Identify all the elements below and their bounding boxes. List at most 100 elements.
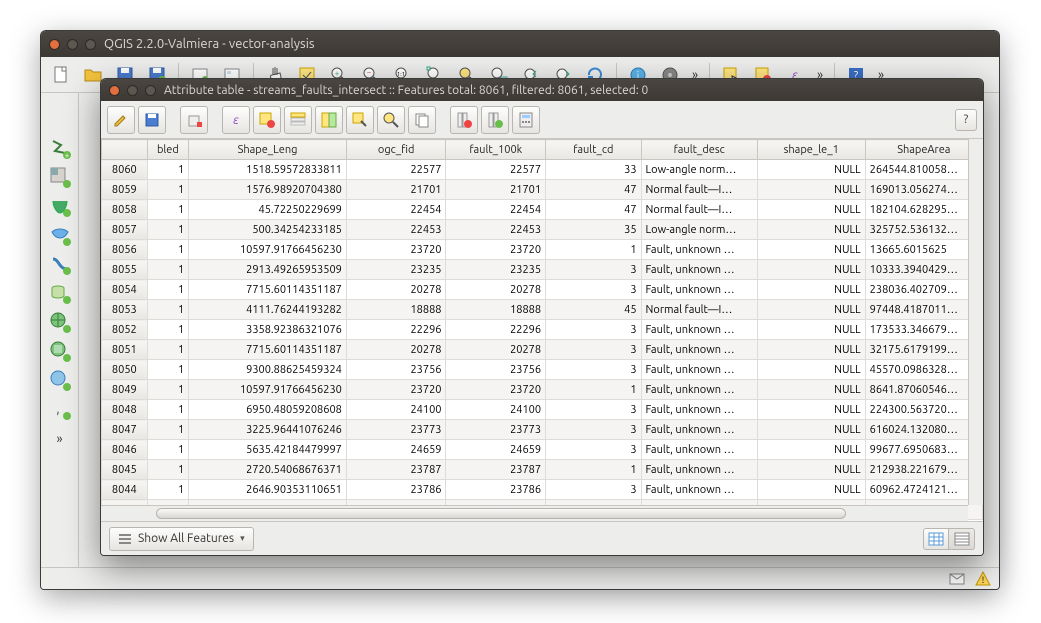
table-cell[interactable]: 8048 — [102, 400, 148, 420]
table-cell[interactable]: 24659 — [346, 440, 446, 460]
table-cell[interactable]: 1 — [546, 380, 641, 400]
table-cell[interactable]: 47 — [546, 180, 641, 200]
table-cell[interactable]: 8058 — [102, 200, 148, 220]
table-cell[interactable]: 35 — [546, 220, 641, 240]
delete-column-button[interactable] — [450, 106, 478, 134]
table-cell[interactable]: NULL — [757, 380, 865, 400]
table-cell[interactable]: 22296 — [346, 320, 446, 340]
table-cell[interactable]: 32175.6179199… — [865, 340, 982, 360]
table-cell[interactable]: 3 — [546, 420, 641, 440]
table-cell[interactable]: 22454 — [346, 200, 446, 220]
table-view-button[interactable] — [923, 528, 949, 550]
table-cell[interactable]: 8049 — [102, 380, 148, 400]
table-row[interactable]: 805512913.4926595350923235232353Fault, u… — [102, 260, 983, 280]
table-cell[interactable]: 8641.87060546… — [865, 380, 982, 400]
table-cell[interactable]: 264544.810058… — [865, 160, 982, 180]
add-vector-layer-icon[interactable]: + — [47, 135, 73, 161]
table-cell[interactable]: Fault, unknown … — [641, 340, 757, 360]
window-maximize-button[interactable] — [85, 39, 96, 50]
table-cell[interactable]: 1518.59572833811 — [189, 160, 347, 180]
col-header-bled[interactable]: bled — [147, 140, 189, 160]
table-cell[interactable]: 22453 — [346, 220, 446, 240]
table-cell[interactable]: 23756 — [346, 360, 446, 380]
table-cell[interactable]: 45 — [546, 300, 641, 320]
table-row[interactable]: 805911576.98920704380217012170147Normal … — [102, 180, 983, 200]
table-cell[interactable]: 1 — [147, 340, 189, 360]
table-cell[interactable]: 22577 — [346, 160, 446, 180]
table-row[interactable]: 804713225.9644107624623773237733Fault, u… — [102, 420, 983, 440]
table-cell[interactable]: Normal fault—I… — [641, 200, 757, 220]
table-cell[interactable]: 8060 — [102, 160, 148, 180]
table-cell[interactable]: 1 — [147, 200, 189, 220]
table-cell[interactable]: Fault, unknown … — [641, 320, 757, 340]
table-cell[interactable]: 3225.96441076246 — [189, 420, 347, 440]
table-row[interactable]: 804816950.4805920860824100241003Fault, u… — [102, 400, 983, 420]
table-cell[interactable]: 3 — [546, 480, 641, 500]
col-header-ogc-fid[interactable]: ogc_fid — [346, 140, 446, 160]
table-cell[interactable]: 8047 — [102, 420, 148, 440]
table-cell[interactable]: 1 — [147, 300, 189, 320]
table-cell[interactable]: Fault, unknown … — [641, 420, 757, 440]
table-cell[interactable]: 8056 — [102, 240, 148, 260]
table-cell[interactable]: 24100 — [346, 400, 446, 420]
table-cell[interactable]: NULL — [757, 440, 865, 460]
new-project-icon[interactable] — [47, 61, 75, 89]
table-cell[interactable]: 4111.76244193282 — [189, 300, 347, 320]
table-cell[interactable]: 169013.056274… — [865, 180, 982, 200]
attribute-table[interactable]: bled Shape_Leng ogc_fid fault_100k fault… — [101, 139, 983, 521]
table-cell[interactable]: NULL — [757, 180, 865, 200]
pan-to-selected-button[interactable] — [346, 106, 374, 134]
col-header-fault-desc[interactable]: fault_desc — [641, 140, 757, 160]
table-cell[interactable]: 23786 — [446, 480, 546, 500]
table-cell[interactable]: NULL — [757, 420, 865, 440]
table-cell[interactable]: 99677.6950683… — [865, 440, 982, 460]
table-cell[interactable]: NULL — [757, 360, 865, 380]
table-cell[interactable]: 23235 — [346, 260, 446, 280]
table-cell[interactable]: 7715.60114351187 — [189, 280, 347, 300]
table-cell[interactable]: Fault, unknown … — [641, 480, 757, 500]
table-row[interactable]: 804615635.4218447999724659246593Fault, u… — [102, 440, 983, 460]
table-cell[interactable]: NULL — [757, 260, 865, 280]
attr-titlebar[interactable]: Attribute table - streams_faults_interse… — [101, 79, 983, 101]
table-cell[interactable]: 22296 — [446, 320, 546, 340]
select-by-expression-button[interactable]: ε — [222, 106, 250, 134]
add-delimited-text-icon[interactable]: , — [47, 396, 73, 422]
table-cell[interactable]: 23756 — [446, 360, 546, 380]
table-row[interactable]: 805314111.76244193282188881888845Normal … — [102, 300, 983, 320]
table-cell[interactable]: 23773 — [446, 420, 546, 440]
toggle-editing-button[interactable] — [107, 106, 135, 134]
table-cell[interactable]: 21701 — [446, 180, 546, 200]
table-cell[interactable]: Fault, unknown … — [641, 240, 757, 260]
table-cell[interactable]: 1 — [147, 360, 189, 380]
table-cell[interactable]: 23720 — [346, 380, 446, 400]
table-cell[interactable]: 7715.60114351187 — [189, 340, 347, 360]
table-cell[interactable]: 8052 — [102, 320, 148, 340]
table-cell[interactable]: 1 — [147, 260, 189, 280]
table-cell[interactable]: 22577 — [446, 160, 546, 180]
table-cell[interactable]: Fault, unknown … — [641, 460, 757, 480]
table-cell[interactable]: 616024.132080… — [865, 420, 982, 440]
col-header-shape-leng[interactable]: Shape_Leng — [189, 140, 347, 160]
table-row[interactable]: 8049110597.9176645623023720237201Fault, … — [102, 380, 983, 400]
add-wfs-layer-icon[interactable] — [47, 367, 73, 393]
copy-rows-button[interactable] — [408, 106, 436, 134]
attr-help-button[interactable]: ? — [955, 109, 977, 131]
table-cell[interactable]: 20278 — [346, 280, 446, 300]
table-cell[interactable]: 8046 — [102, 440, 148, 460]
table-cell[interactable]: 18888 — [446, 300, 546, 320]
table-cell[interactable]: 23787 — [446, 460, 546, 480]
unselect-all-button[interactable] — [253, 106, 281, 134]
table-cell[interactable]: 22454 — [446, 200, 546, 220]
table-cell[interactable]: 3 — [546, 320, 641, 340]
table-cell[interactable]: 3 — [546, 280, 641, 300]
field-calculator-button[interactable] — [512, 106, 540, 134]
table-cell[interactable]: Normal fault—I… — [641, 300, 757, 320]
table-cell[interactable]: 23235 — [446, 260, 546, 280]
table-cell[interactable]: 21701 — [346, 180, 446, 200]
table-cell[interactable]: Fault, unknown … — [641, 400, 757, 420]
table-cell[interactable]: 10597.91766456230 — [189, 380, 347, 400]
table-cell[interactable]: Fault, unknown … — [641, 280, 757, 300]
table-cell[interactable]: 3 — [546, 340, 641, 360]
table-cell[interactable]: 1 — [147, 160, 189, 180]
table-cell[interactable]: 23720 — [446, 240, 546, 260]
